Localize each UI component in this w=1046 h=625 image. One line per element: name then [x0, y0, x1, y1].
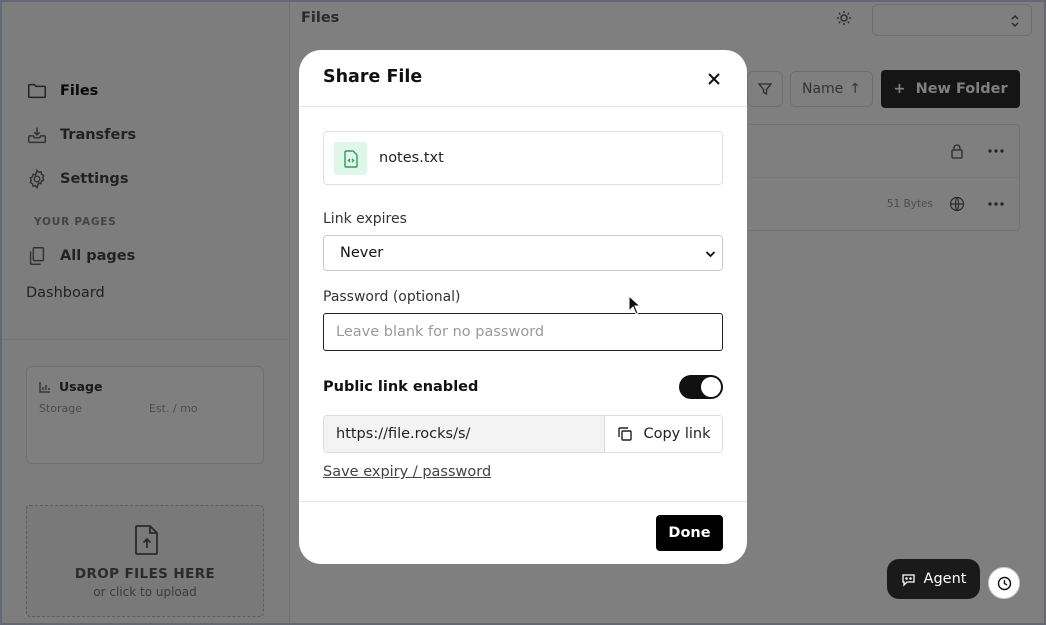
file-name: notes.txt [379, 150, 444, 166]
mouse-cursor-icon [628, 295, 642, 315]
close-icon [708, 73, 720, 85]
copy-link-button[interactable]: Copy link [605, 416, 722, 452]
password-label: Password (optional) [323, 289, 461, 305]
close-button[interactable] [705, 70, 723, 88]
link-expires-select[interactable]: Never [323, 235, 723, 271]
copy-icon [618, 427, 633, 441]
history-button[interactable] [988, 567, 1020, 599]
link-expires-label: Link expires [323, 211, 407, 227]
link-expires-value: Never [340, 245, 384, 261]
share-link-group: Copy link [323, 415, 723, 453]
dialog-footer [299, 501, 747, 502]
toggle-knob [701, 377, 721, 397]
copy-link-label: Copy link [643, 426, 711, 442]
share-file-dialog: Share File notes.txt Link expires Never … [299, 50, 747, 564]
agent-button[interactable]: Agent [887, 559, 980, 599]
chevron-down-icon [705, 251, 716, 258]
dialog-header: Share File [299, 50, 747, 107]
file-type-badge [334, 142, 367, 175]
save-expiry-password-link[interactable]: Save expiry / password [323, 464, 491, 480]
clock-icon [997, 576, 1011, 590]
public-link-toggle[interactable] [679, 375, 723, 399]
done-button[interactable]: Done [656, 515, 723, 551]
agent-label: Agent [923, 571, 967, 587]
code-file-icon [343, 149, 358, 168]
file-card: notes.txt [323, 131, 723, 185]
password-input[interactable] [323, 313, 723, 351]
dialog-title: Share File [323, 67, 423, 87]
public-link-label: Public link enabled [323, 379, 479, 395]
chat-bot-icon [901, 573, 915, 587]
share-link-input[interactable] [324, 416, 605, 452]
